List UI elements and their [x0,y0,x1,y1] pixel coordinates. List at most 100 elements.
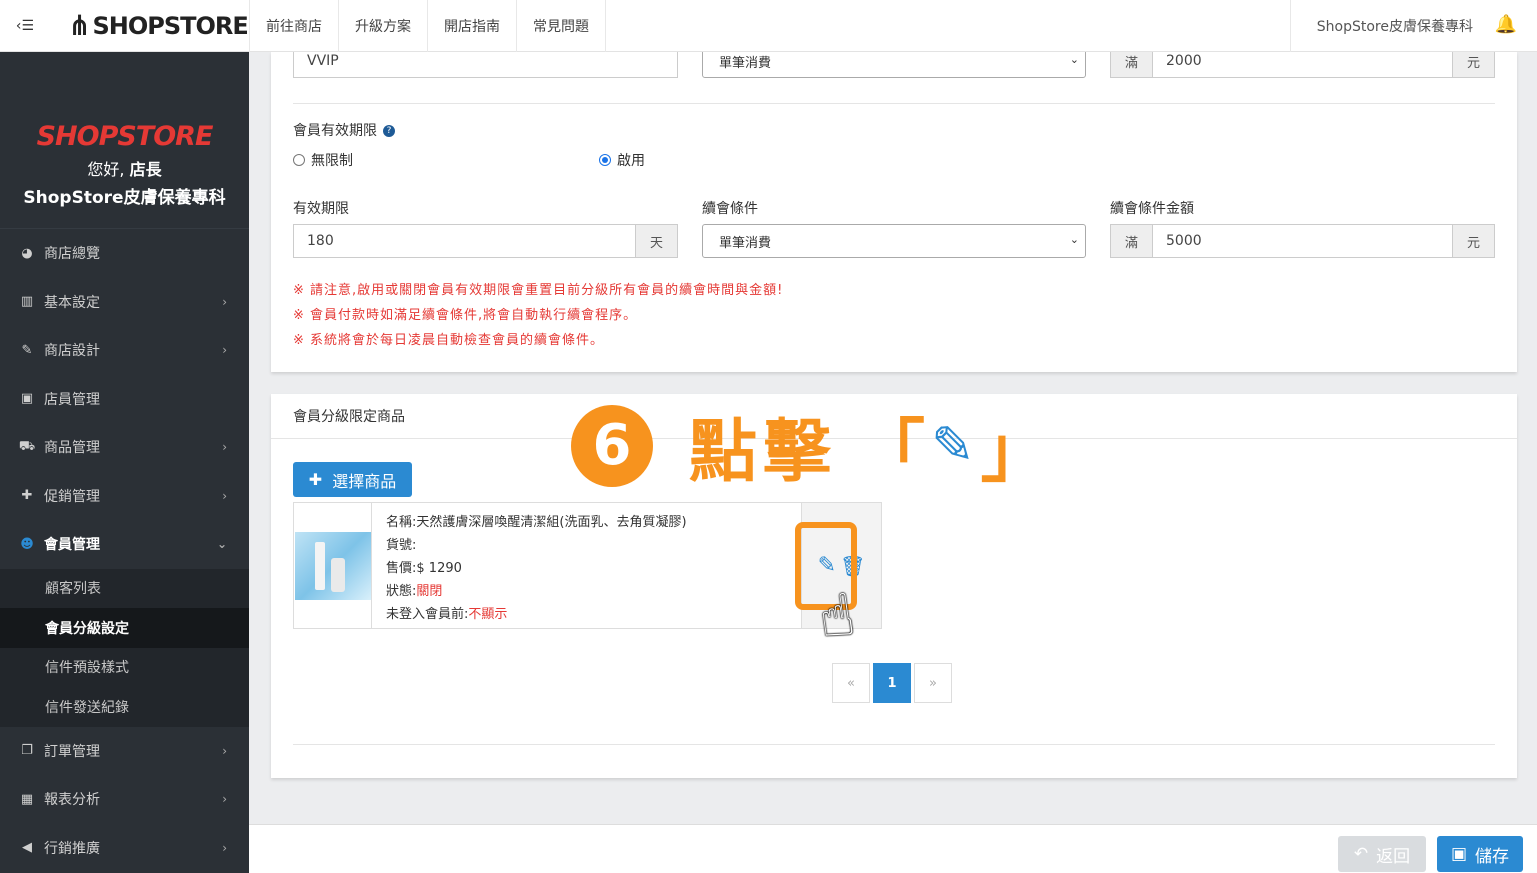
renew-amount-input[interactable]: 5000 [1152,224,1453,258]
renew-amount-suffix: 元 [1452,224,1495,258]
notice-line: ※ 系統將會於每日凌晨自動檢查會員的續會條件。 [293,333,605,348]
sidebar-item-orders[interactable]: ❐ 訂單管理 › [0,727,249,776]
chevron-down-icon: ⌄ [1069,53,1079,66]
product-thumbnail [294,503,372,628]
product-price: $ 1290 [416,561,462,576]
select-products-label: 選擇商品 [332,471,397,491]
chevron-down-icon: ⌄ [216,537,227,552]
radio-unlimited[interactable]: 無限制 [293,150,353,170]
chevron-right-icon: › [222,440,227,455]
pencil-icon: ✎ [931,415,975,476]
chevron-right-icon: › [222,792,227,807]
brand-text: SHOPSTORE [92,11,248,40]
sidebar-item-label: 行銷推廣 [44,840,100,857]
lock-icon: ▣ [20,391,34,407]
sidebar-item-basic-settings[interactable]: ▥ 基本設定 › [0,278,249,327]
menu-toggle-button[interactable]: ‹☰ [0,0,50,52]
product-info: 名稱:天然護膚深層喚醒清潔組(洗面乳、去角質凝膠) 貨號: 售價:$ 1290 … [372,503,802,628]
greeting-shop-name: ShopStore皮膚保養專科 [23,188,226,208]
sidebar-item-members[interactable]: ☻ 會員管理 ⌄ [0,520,249,569]
product-status-label: 狀態: [386,584,417,599]
product-price-label: 售價: [386,561,417,576]
sidebar-item-label: 會員管理 [44,537,100,554]
radio-circle[interactable] [293,154,305,166]
product-guest-label: 未登入會員前: [386,607,469,622]
select-products-button[interactable]: ✚ 選擇商品 [293,462,412,497]
bell-icon[interactable]: 🔔 [1495,14,1517,35]
radio-unlimited-label: 無限制 [311,153,353,169]
renew-amount-label: 續會條件金額 [1110,201,1194,217]
sidebar-item-label: 商品管理 [44,440,100,457]
radio-enabled[interactable]: 啟用 [599,150,645,170]
shop-name-link[interactable]: ShopStore皮膚保養專科 [1289,0,1473,52]
sidebar-item-label: 店員管理 [44,391,100,408]
sidebar-item-store-design[interactable]: ✎ 商店設計 › [0,326,249,375]
renew-condition-select[interactable]: 單筆消費 ⌄ [702,224,1086,258]
sidebar-item-label: 促銷管理 [44,488,100,505]
nav-faq[interactable]: 常見問題 [517,0,606,52]
pager-page-1[interactable]: 1 [873,663,911,703]
period-input[interactable]: 180 [293,224,636,258]
sidebar-item-label: 商店總覽 [44,246,100,263]
bar-chart-icon: ▦ [20,791,34,807]
sidebar-menu: ◕ 商店總覽 ▥ 基本設定 › ✎ 商店設計 › ▣ 店員管理 ⛟ 商品管理 › ✚ 促銷管理 › … [0,229,249,569]
product-guest-visibility: 不顯示 [468,607,508,622]
bank-icon: ▥ [20,294,34,310]
top-bar: ‹☰ ⋔ SHOPSTORE 前往商店 升級方案 開店指南 常見問題 ShopSt… [0,0,1537,52]
validity-label-text: 會員有效期限 [293,123,377,139]
radio-circle-checked[interactable] [599,154,611,166]
nav-store-guide[interactable]: 開店指南 [428,0,517,52]
cart-icon: ⛟ [18,438,36,454]
sidebar-item-products[interactable]: ⛟ 商品管理 › [0,423,249,472]
sidebar-item-label: 商店設計 [44,343,100,360]
submenu-member-levels[interactable]: 會員分級設定 [0,608,249,648]
submenu-customer-list[interactable]: 顧客列表 [0,569,249,609]
save-button[interactable]: ▣ 儲存 [1437,836,1523,872]
validity-label: 會員有效期限? [293,120,395,140]
annotation-text: 點擊 [689,413,838,492]
sidebar-item-label: 訂單管理 [44,743,100,760]
sidebar-menu-lower: ❐ 訂單管理 › ▦ 報表分析 › ◀ 行銷推廣 › [0,727,249,873]
annotation-bracket-open: 「 [857,413,926,492]
greeting: 您好, 店長 ShopStore皮膚保養專科 [0,152,249,229]
help-icon[interactable]: ? [383,125,395,137]
dashboard-icon: ◕ [21,245,33,261]
chevron-right-icon: › [222,294,227,309]
notice-line: ※ 請注意,啟用或關閉會員有效期限會重置目前分級所有會員的續會時間與金額! [293,283,784,298]
greeting-prefix: 您好, [87,160,125,179]
pager-next[interactable]: » [914,663,952,703]
brand-logo[interactable]: ⋔ SHOPSTORE [50,0,249,52]
nav-go-store[interactable]: 前往商店 [250,0,339,52]
sidebar-item-label: 基本設定 [44,294,100,311]
members-submenu: 顧客列表 會員分級設定 信件預設樣式 信件發送紀錄 [0,568,249,727]
product-name: 天然護膚深層喚醒清潔組(洗面乳、去角質凝膠) [416,515,687,530]
product-item: 名稱:天然護膚深層喚醒清潔組(洗面乳、去角質凝膠) 貨號: 售價:$ 1290 … [293,502,882,629]
annotation-bracket-close: 」 [980,413,1049,492]
magic-wand-icon: ✎ [21,342,33,358]
submenu-mail-log[interactable]: 信件發送紀錄 [0,687,249,727]
top-nav: 前往商店 升級方案 開店指南 常見問題 [249,0,606,52]
footer-action-bar: ↶ 返回 ▣ 儲存 [249,824,1537,873]
submenu-mail-templates[interactable]: 信件預設樣式 [0,648,249,688]
sidebar-item-staff[interactable]: ▣ 店員管理 [0,375,249,424]
plus-icon: ✚ [308,470,323,489]
main-content: VVIP 單筆消費 ⌄ 滿 2000 元 會員有效期限? 無限制 啟用 有效期限 … [249,44,1537,873]
product-status: 關閉 [416,584,443,599]
radio-enabled-label: 啟用 [617,153,645,169]
nav-upgrade-plan[interactable]: 升級方案 [339,0,428,52]
back-button[interactable]: ↶ 返回 [1338,836,1426,872]
floppy-disk-icon: ▣ [1450,844,1468,864]
back-label: 返回 [1376,846,1411,867]
pager-prev[interactable]: « [832,663,870,703]
sidebar: SHOPSTORE 您好, 店長 ShopStore皮膚保養專科 ◕ 商店總覽 ▥… [0,52,249,873]
chevron-right-icon: › [222,488,227,503]
product-name-label: 名稱: [386,515,417,530]
sidebar-item-reports[interactable]: ▦ 報表分析 › [0,775,249,824]
undo-icon: ↶ [1353,844,1369,864]
sidebar-item-promotions[interactable]: ✚ 促銷管理 › [0,472,249,521]
sidebar-item-marketing[interactable]: ◀ 行銷推廣 › [0,824,249,873]
users-icon: ☻ [20,536,34,552]
save-label: 儲存 [1475,846,1510,867]
sidebar-item-store-overview[interactable]: ◕ 商店總覽 [0,229,249,278]
chevron-right-icon: › [222,743,227,758]
